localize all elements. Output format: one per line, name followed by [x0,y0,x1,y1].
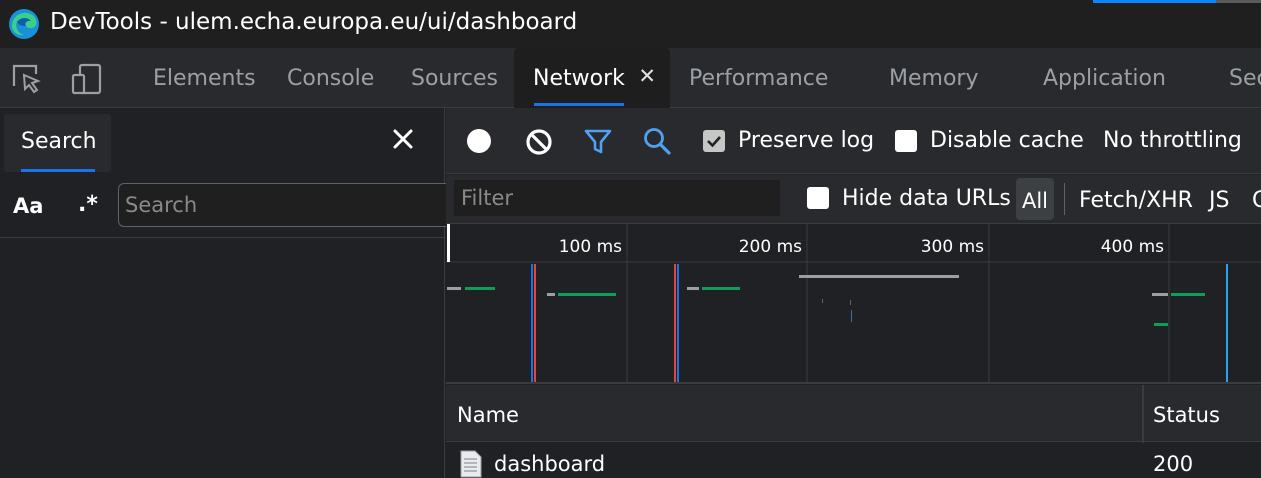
search-panel: Search Aa .* [0,108,448,478]
divider [0,237,445,238]
request-bar-download [1154,323,1168,326]
timeline-tick-label: 300 ms [921,237,984,257]
tab-security[interactable]: Sec [1229,48,1261,108]
type-filter-fetch-xhr[interactable]: Fetch/XHR [1079,188,1193,213]
timeline-selection-handle[interactable] [447,224,450,262]
request-bar-waiting [1152,293,1168,296]
filter-icon[interactable] [583,127,613,157]
devtools-tab-bar: Elements Console Sources Network ✕ Perfo… [0,48,1261,108]
type-filter-divider [1064,183,1065,215]
preserve-log-checkbox[interactable] [703,130,725,152]
search-drawer-tab[interactable]: Search [4,114,111,172]
request-bar-waiting [547,293,555,296]
tab-console[interactable]: Console [287,48,374,108]
request-status: 200 [1153,452,1194,476]
tab-close-icon[interactable]: ✕ [638,48,656,104]
requests-table-header: Name Status [446,385,1261,442]
tab-active-indicator [534,103,624,106]
title-bar-accent [1093,0,1216,3]
timeline-tick-label: 100 ms [559,237,622,257]
filter-input[interactable] [454,180,780,216]
request-bar-waiting [447,287,461,290]
search-tab-indicator [21,169,95,172]
column-header-status[interactable]: Status [1153,403,1220,427]
search-tab-label: Search [21,129,97,154]
timeline-tick-label: 200 ms [739,237,802,257]
tab-performance[interactable]: Performance [689,48,828,108]
type-filter-css[interactable]: C [1252,188,1261,213]
disable-cache-label: Disable cache [930,128,1084,153]
tab-network[interactable]: Network ✕ [514,48,670,108]
hide-data-urls-label: Hide data URLs [842,186,1011,211]
column-header-name[interactable]: Name [457,403,519,427]
disable-cache-checkbox[interactable] [895,130,917,152]
hide-data-urls-checkbox[interactable] [807,187,829,209]
network-toolbar: Preserve log Disable cache No throttling [446,108,1261,174]
close-icon[interactable] [388,124,418,154]
inspect-element-icon[interactable] [10,62,44,96]
request-bar-waiting [687,287,699,290]
regex-button[interactable]: .* [78,192,98,217]
request-bar-small [851,310,852,322]
request-name: dashboard [494,452,606,476]
request-bar-download [1171,293,1205,296]
request-bar-waiting [799,275,959,278]
request-bar-small [822,299,823,303]
record-icon[interactable] [464,126,494,156]
device-toolbar-icon[interactable] [70,62,104,96]
match-case-button[interactable]: Aa [13,194,43,218]
edge-logo-icon [9,9,39,39]
search-icon[interactable] [642,126,672,156]
request-bar-download [465,287,495,290]
title-bar: DevTools - ulem.echa.europa.eu/ui/dashbo… [0,0,1261,48]
request-bar-download [702,287,740,290]
clear-icon[interactable] [524,127,554,157]
tab-application[interactable]: Application [1043,48,1166,108]
filter-bar: Hide data URLs All Fetch/XHR JS C [446,175,1261,224]
timeline-tick-label: 400 ms [1101,237,1164,257]
table-row[interactable]: dashboard 200 [446,443,1261,478]
request-bars [447,275,1205,326]
timeline-canvas: 100 ms 200 ms 300 ms 400 ms [446,224,1261,382]
tab-elements[interactable]: Elements [153,48,256,108]
window-title: DevTools - ulem.echa.europa.eu/ui/dashbo… [50,9,578,35]
type-filter-all[interactable]: All [1016,178,1054,220]
network-overview-timeline[interactable]: 100 ms 200 ms 300 ms 400 ms [446,224,1261,384]
throttling-select[interactable]: No throttling [1103,128,1242,153]
search-input[interactable] [118,183,448,227]
tab-memory[interactable]: Memory [889,48,978,108]
tab-sources[interactable]: Sources [411,48,498,108]
tab-network-label: Network [533,66,625,91]
preserve-log-label: Preserve log [738,128,875,153]
type-filter-js[interactable]: JS [1209,188,1229,213]
title-bar-accent-secondary [1216,0,1261,3]
document-icon [460,450,482,478]
request-bar-small [850,300,851,305]
request-bar-download [558,293,616,296]
